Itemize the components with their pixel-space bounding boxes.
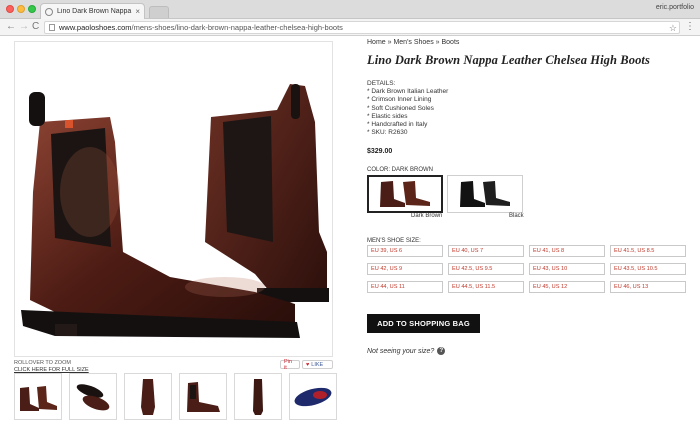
close-window-icon[interactable] (6, 5, 14, 13)
maximize-window-icon[interactable] (28, 5, 36, 13)
browser-profile-name[interactable]: eric.portfolio (656, 4, 694, 11)
facebook-like-button[interactable]: ♥ LIKE (302, 360, 333, 369)
add-to-bag-button[interactable]: ADD TO SHOPPING BAG (367, 314, 480, 333)
thumbnail-side-view[interactable] (179, 373, 227, 420)
detail-item: * Handcrafted in Italy (367, 121, 428, 129)
new-tab-button[interactable] (149, 6, 169, 18)
detail-item: * Dark Brown Italian Leather (367, 88, 449, 95)
size-grid: EU 39, US 6 EU 40, US 7 EU 41, US 8 EU 4… (367, 245, 686, 293)
size-option[interactable]: EU 42.5, US 9.5 (448, 263, 524, 275)
product-title: Lino Dark Brown Nappa Leather Chelsea Hi… (367, 53, 650, 67)
size-option[interactable]: EU 45, US 12 (529, 281, 605, 293)
rollover-zoom-text: ROLLOVER TO ZOOM (14, 360, 71, 366)
size-option[interactable]: EU 41.5, US 8.5 (610, 245, 686, 257)
pinterest-button[interactable]: Pin it (280, 359, 300, 371)
size-option[interactable]: EU 43, US 10 (529, 263, 605, 275)
details-heading: DETAILS: (367, 80, 396, 87)
tab-title: Lino Dark Brown Nappa Leathe (57, 8, 133, 15)
help-icon[interactable]: ? (437, 347, 446, 355)
color-name-dark-brown: Dark Brown (411, 213, 443, 219)
details-list: * Dark Brown Italian Leather * Crimson I… (367, 88, 448, 138)
address-url[interactable]: www.paoloshoes.com/mens-shoes/lino-dark-… (59, 23, 343, 32)
minimize-window-icon[interactable] (17, 5, 25, 13)
reload-icon[interactable]: C (32, 21, 39, 33)
main-product-image[interactable] (14, 41, 333, 357)
browser-toolbar: ← → C www.paoloshoes.com/mens-shoes/lino… (0, 19, 700, 36)
color-name-black: Black (509, 213, 524, 219)
size-option[interactable]: EU 41, US 8 (529, 245, 605, 257)
browser-tab-bar: Lino Dark Brown Nappa Leathe × eric.port… (0, 0, 700, 19)
size-label: MEN'S SHOE SIZE: (367, 238, 421, 244)
dark-brown-boots-image (380, 181, 430, 207)
zoom-instructions: ROLLOVER TO ZOOM CLICK HERE FOR FULL SIZ… (14, 360, 89, 374)
detail-item: * SKU: R2630 (367, 129, 408, 137)
address-bar[interactable]: www.paoloshoes.com/mens-shoes/lino-dark-… (44, 21, 680, 34)
size-option[interactable]: EU 39, US 6 (367, 245, 443, 257)
detail-item: * Soft Cushioned Soles (367, 104, 434, 112)
size-help[interactable]: Not seeing your size? ? (367, 347, 446, 355)
black-boots-image (460, 181, 510, 207)
bookmark-star-icon[interactable]: ☆ (669, 23, 677, 34)
size-option[interactable]: EU 43.5, US 10.5 (610, 263, 686, 275)
size-option[interactable]: EU 40, US 7 (448, 245, 524, 257)
detail-item: * Elastic sides (367, 112, 408, 120)
browser-menu-icon[interactable]: ⋮ (685, 21, 695, 33)
back-arrow-icon[interactable]: ← (6, 21, 16, 33)
color-swatch-dark-brown[interactable] (367, 175, 443, 213)
browser-tab[interactable]: Lino Dark Brown Nappa Leathe × (40, 3, 145, 19)
size-help-text: Not seeing your size? (367, 347, 435, 355)
breadcrumb[interactable]: Home » Men's Shoes » Boots (367, 39, 459, 46)
heart-icon: ♥ (306, 361, 310, 368)
product-page: ROLLOVER TO ZOOM CLICK HERE FOR FULL SIZ… (0, 37, 700, 425)
size-option[interactable]: EU 42, US 9 (367, 263, 443, 275)
size-option[interactable]: EU 44, US 11 (367, 281, 443, 293)
product-price: $329.00 (367, 148, 393, 155)
thumbnail-front-view[interactable] (124, 373, 172, 420)
site-favicon-icon (45, 7, 53, 16)
thumbnail-strip (14, 373, 337, 420)
thumbnail-sole-view[interactable] (69, 373, 117, 420)
thumbnail-back-view[interactable] (234, 373, 282, 420)
color-swatch-black[interactable] (447, 175, 523, 213)
detail-item: * Crimson Inner Lining (367, 96, 432, 104)
size-option[interactable]: EU 44.5, US 11.5 (448, 281, 524, 293)
thumbnail-outsole-view[interactable] (289, 373, 337, 420)
page-info-icon[interactable] (49, 24, 55, 31)
tab-close-icon[interactable]: × (135, 7, 140, 16)
thumbnail-pair[interactable] (14, 373, 62, 420)
chelsea-boots-pair-image (21, 84, 329, 338)
color-label: COLOR: DARK BROWN (367, 167, 434, 173)
size-option[interactable]: EU 46, US 13 (610, 281, 686, 293)
forward-arrow-icon[interactable]: → (19, 21, 29, 33)
